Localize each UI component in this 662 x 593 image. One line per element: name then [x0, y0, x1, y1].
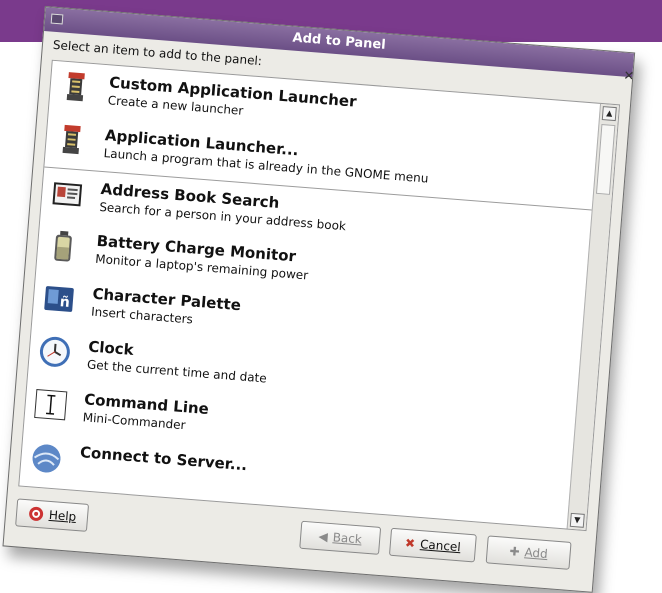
item-list[interactable]: Custom Application Launcher Create a new…	[18, 59, 621, 532]
add-label: Add	[523, 545, 549, 562]
item-title: Clock	[87, 337, 135, 359]
scroll-thumb[interactable]	[595, 124, 616, 195]
clock-icon	[39, 336, 70, 367]
help-icon	[28, 506, 43, 521]
add-to-panel-dialog: Add to Panel ✕ Select an item to add to …	[2, 6, 636, 593]
address-book-icon	[52, 182, 83, 207]
command-line-icon	[34, 389, 68, 421]
svg-text:ñ: ñ	[59, 294, 70, 311]
cancel-button[interactable]: ✖ Cancel	[388, 527, 477, 563]
help-button[interactable]: Help	[15, 498, 90, 532]
cancel-label: Cancel	[419, 537, 462, 555]
dialog-title: Add to Panel	[291, 30, 387, 53]
back-button[interactable]: ◀ Back	[299, 520, 382, 555]
item-title: Connect to Server...	[79, 443, 248, 475]
cancel-x-icon: ✖	[404, 535, 416, 551]
back-label: Back	[332, 530, 363, 547]
network-icon	[32, 444, 61, 473]
scroll-down-arrow-icon[interactable]: ▼	[569, 512, 585, 528]
character-palette-icon: ñ	[44, 286, 74, 312]
help-label: Help	[48, 507, 77, 524]
add-button[interactable]: ✚ Add	[485, 535, 572, 570]
launcher-icon	[62, 124, 81, 155]
scroll-up-arrow-icon[interactable]: ▲	[601, 106, 617, 122]
add-plus-icon: ✚	[508, 544, 521, 559]
item-description: Get the current time and date	[86, 357, 268, 386]
close-icon[interactable]: ✕	[623, 69, 635, 85]
launcher-icon	[66, 72, 85, 102]
back-arrow-icon: ◀	[318, 529, 329, 544]
dialog-wrap: Add to Panel ✕ Select an item to add to …	[0, 0, 662, 593]
battery-icon	[54, 230, 72, 262]
